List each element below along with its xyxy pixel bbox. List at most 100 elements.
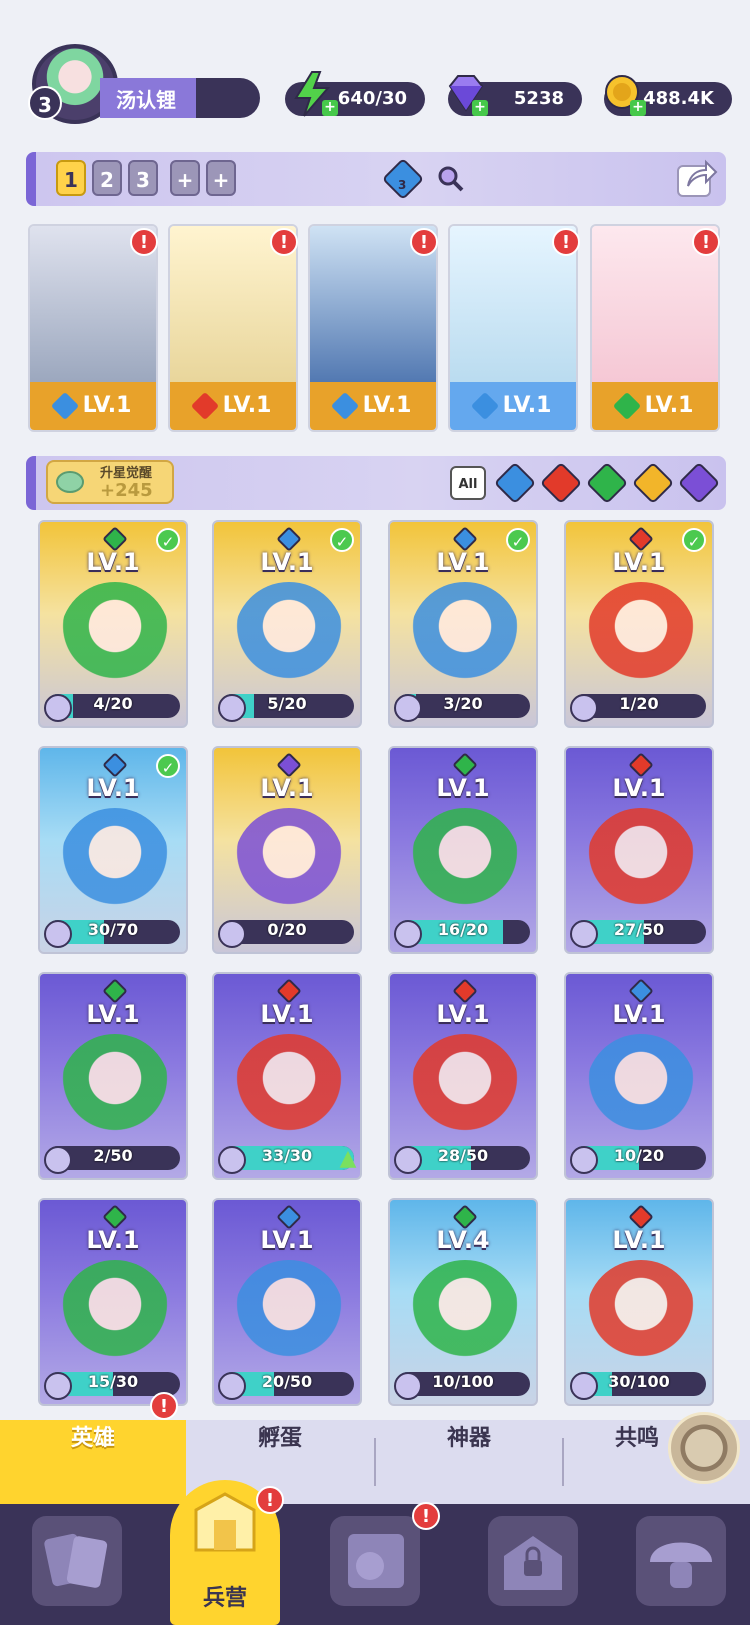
hero-card[interactable]: LV.1 ✓ 4/20 bbox=[38, 520, 188, 728]
hero-card[interactable]: LV.1 ✓ 1/20 bbox=[564, 520, 714, 728]
floating-action-icon[interactable] bbox=[668, 1412, 740, 1484]
shard-icon bbox=[44, 1372, 72, 1400]
hero-level: LV.1 bbox=[436, 774, 490, 802]
shard-icon bbox=[394, 694, 422, 722]
shard-icon bbox=[570, 694, 598, 722]
hero-level: LV.1 bbox=[86, 774, 140, 802]
alert-badge-icon: ! bbox=[256, 1486, 284, 1514]
level-label: LV.1 bbox=[362, 393, 412, 418]
hero-portrait bbox=[586, 808, 696, 918]
hero-portrait bbox=[234, 1260, 344, 1370]
hero-level: LV.1 bbox=[612, 548, 666, 576]
nav-locked-icon[interactable] bbox=[488, 1516, 578, 1606]
hero-level: LV.1 bbox=[260, 1000, 314, 1028]
nav-map-icon[interactable] bbox=[330, 1516, 420, 1606]
hero-card[interactable]: LV.1 ✓ 3/20 bbox=[388, 520, 538, 728]
team-card-level: LV.1 bbox=[450, 382, 576, 430]
team-tab-3[interactable]: 3 bbox=[128, 160, 158, 196]
shard-icon bbox=[54, 468, 86, 496]
alert-badge-icon: ! bbox=[412, 1502, 440, 1530]
player-name: 汤认锂 bbox=[116, 88, 176, 112]
alert-badge-icon: ! bbox=[552, 228, 580, 256]
hero-level: LV.1 bbox=[436, 548, 490, 576]
owned-check-icon: ✓ bbox=[330, 528, 354, 552]
shard-icon bbox=[44, 694, 72, 722]
shard-icon bbox=[44, 1146, 72, 1174]
hero-card[interactable]: LV.1 15/30 bbox=[38, 1198, 188, 1406]
team-tab-2[interactable]: 2 bbox=[92, 160, 122, 196]
top-bar: 3 汤认锂 640/30 + 5238 + 488.4K + bbox=[0, 0, 750, 140]
owned-check-icon: ✓ bbox=[156, 528, 180, 552]
hero-level: LV.1 bbox=[260, 1226, 314, 1254]
hero-level: LV.4 bbox=[436, 1226, 490, 1254]
hero-level: LV.1 bbox=[260, 774, 314, 802]
water-element-icon bbox=[330, 391, 359, 421]
hero-card[interactable]: LV.1 30/100 bbox=[564, 1198, 714, 1406]
hero-card[interactable]: LV.4 10/100 bbox=[388, 1198, 538, 1406]
share-icon[interactable] bbox=[676, 158, 718, 198]
nav-cards-icon[interactable] bbox=[32, 1516, 122, 1606]
alert-badge-icon: ! bbox=[410, 228, 438, 256]
shard-icon bbox=[394, 1372, 422, 1400]
gem-plus-icon[interactable]: + bbox=[472, 100, 488, 116]
hero-portrait bbox=[60, 1260, 170, 1370]
hero-portrait bbox=[234, 808, 344, 918]
nav-mushroom-icon[interactable] bbox=[636, 1516, 726, 1606]
hero-card[interactable]: LV.1 2/50 bbox=[38, 972, 188, 1180]
water-element-icon bbox=[470, 391, 499, 421]
hero-level: LV.1 bbox=[86, 1000, 140, 1028]
hero-portrait bbox=[60, 582, 170, 692]
hero-portrait bbox=[60, 1034, 170, 1144]
team-card-4[interactable]: LV.1 bbox=[448, 224, 578, 432]
hero-portrait bbox=[410, 582, 520, 692]
hero-level: LV.1 bbox=[612, 1000, 666, 1028]
gold-plus-icon[interactable]: + bbox=[630, 100, 646, 116]
shard-icon bbox=[218, 1372, 246, 1400]
alert-badge-icon: ! bbox=[130, 228, 158, 256]
hero-portrait bbox=[410, 1034, 520, 1144]
water-element-icon bbox=[50, 391, 79, 421]
hero-level: LV.1 bbox=[260, 548, 314, 576]
upgrade-arrow-icon: ▲ bbox=[339, 1146, 357, 1171]
hero-card[interactable]: LV.1 10/20 bbox=[564, 972, 714, 1180]
tab-artifact[interactable]: 神器 bbox=[376, 1420, 562, 1504]
shard-icon bbox=[394, 1146, 422, 1174]
hero-portrait bbox=[586, 582, 696, 692]
hero-portrait bbox=[60, 808, 170, 918]
shard-icon bbox=[570, 1372, 598, 1400]
hero-portrait bbox=[234, 582, 344, 692]
team-tab-add-1[interactable]: + bbox=[170, 160, 200, 196]
level-label: LV.1 bbox=[222, 393, 272, 418]
hero-card[interactable]: LV.1 ✓ 5/20 bbox=[212, 520, 362, 728]
team-card-level: LV.1 bbox=[310, 382, 436, 430]
shard-icon bbox=[394, 920, 422, 948]
level-label: LV.1 bbox=[644, 393, 694, 418]
owned-check-icon: ✓ bbox=[156, 754, 180, 778]
hero-level: LV.1 bbox=[612, 774, 666, 802]
hero-card[interactable]: LV.1 0/20 bbox=[212, 746, 362, 954]
shard-icon bbox=[218, 694, 246, 722]
hero-card[interactable]: LV.1 16/20 bbox=[388, 746, 538, 954]
alert-badge-icon: ! bbox=[692, 228, 720, 256]
awaken-title: 升星觉醒 bbox=[100, 466, 153, 481]
team-tab-1[interactable]: 1 bbox=[56, 160, 86, 196]
filter-all-button[interactable]: All bbox=[450, 466, 486, 500]
hero-level: LV.1 bbox=[86, 1226, 140, 1254]
team-card-level: LV.1 bbox=[170, 382, 296, 430]
team-tab-add-2[interactable]: + bbox=[206, 160, 236, 196]
tab-heroes[interactable]: 英雄 bbox=[0, 1420, 186, 1504]
shard-icon bbox=[570, 920, 598, 948]
search-icon[interactable] bbox=[436, 164, 464, 192]
level-label: LV.1 bbox=[82, 393, 132, 418]
hero-card[interactable]: LV.1 33/30 ▲ bbox=[212, 972, 362, 1180]
hero-card[interactable]: LV.1 28/50 bbox=[388, 972, 538, 1180]
hero-card[interactable]: LV.1 27/50 bbox=[564, 746, 714, 954]
owned-check-icon: ✓ bbox=[506, 528, 530, 552]
hero-card[interactable]: LV.1 20/50 bbox=[212, 1198, 362, 1406]
hero-card[interactable]: LV.1 ✓ 30/70 bbox=[38, 746, 188, 954]
owned-check-icon: ✓ bbox=[682, 528, 706, 552]
alert-badge-icon: ! bbox=[270, 228, 298, 256]
shard-icon bbox=[218, 920, 246, 948]
level-label: LV.1 bbox=[502, 393, 552, 418]
energy-plus-icon[interactable]: + bbox=[322, 100, 338, 116]
